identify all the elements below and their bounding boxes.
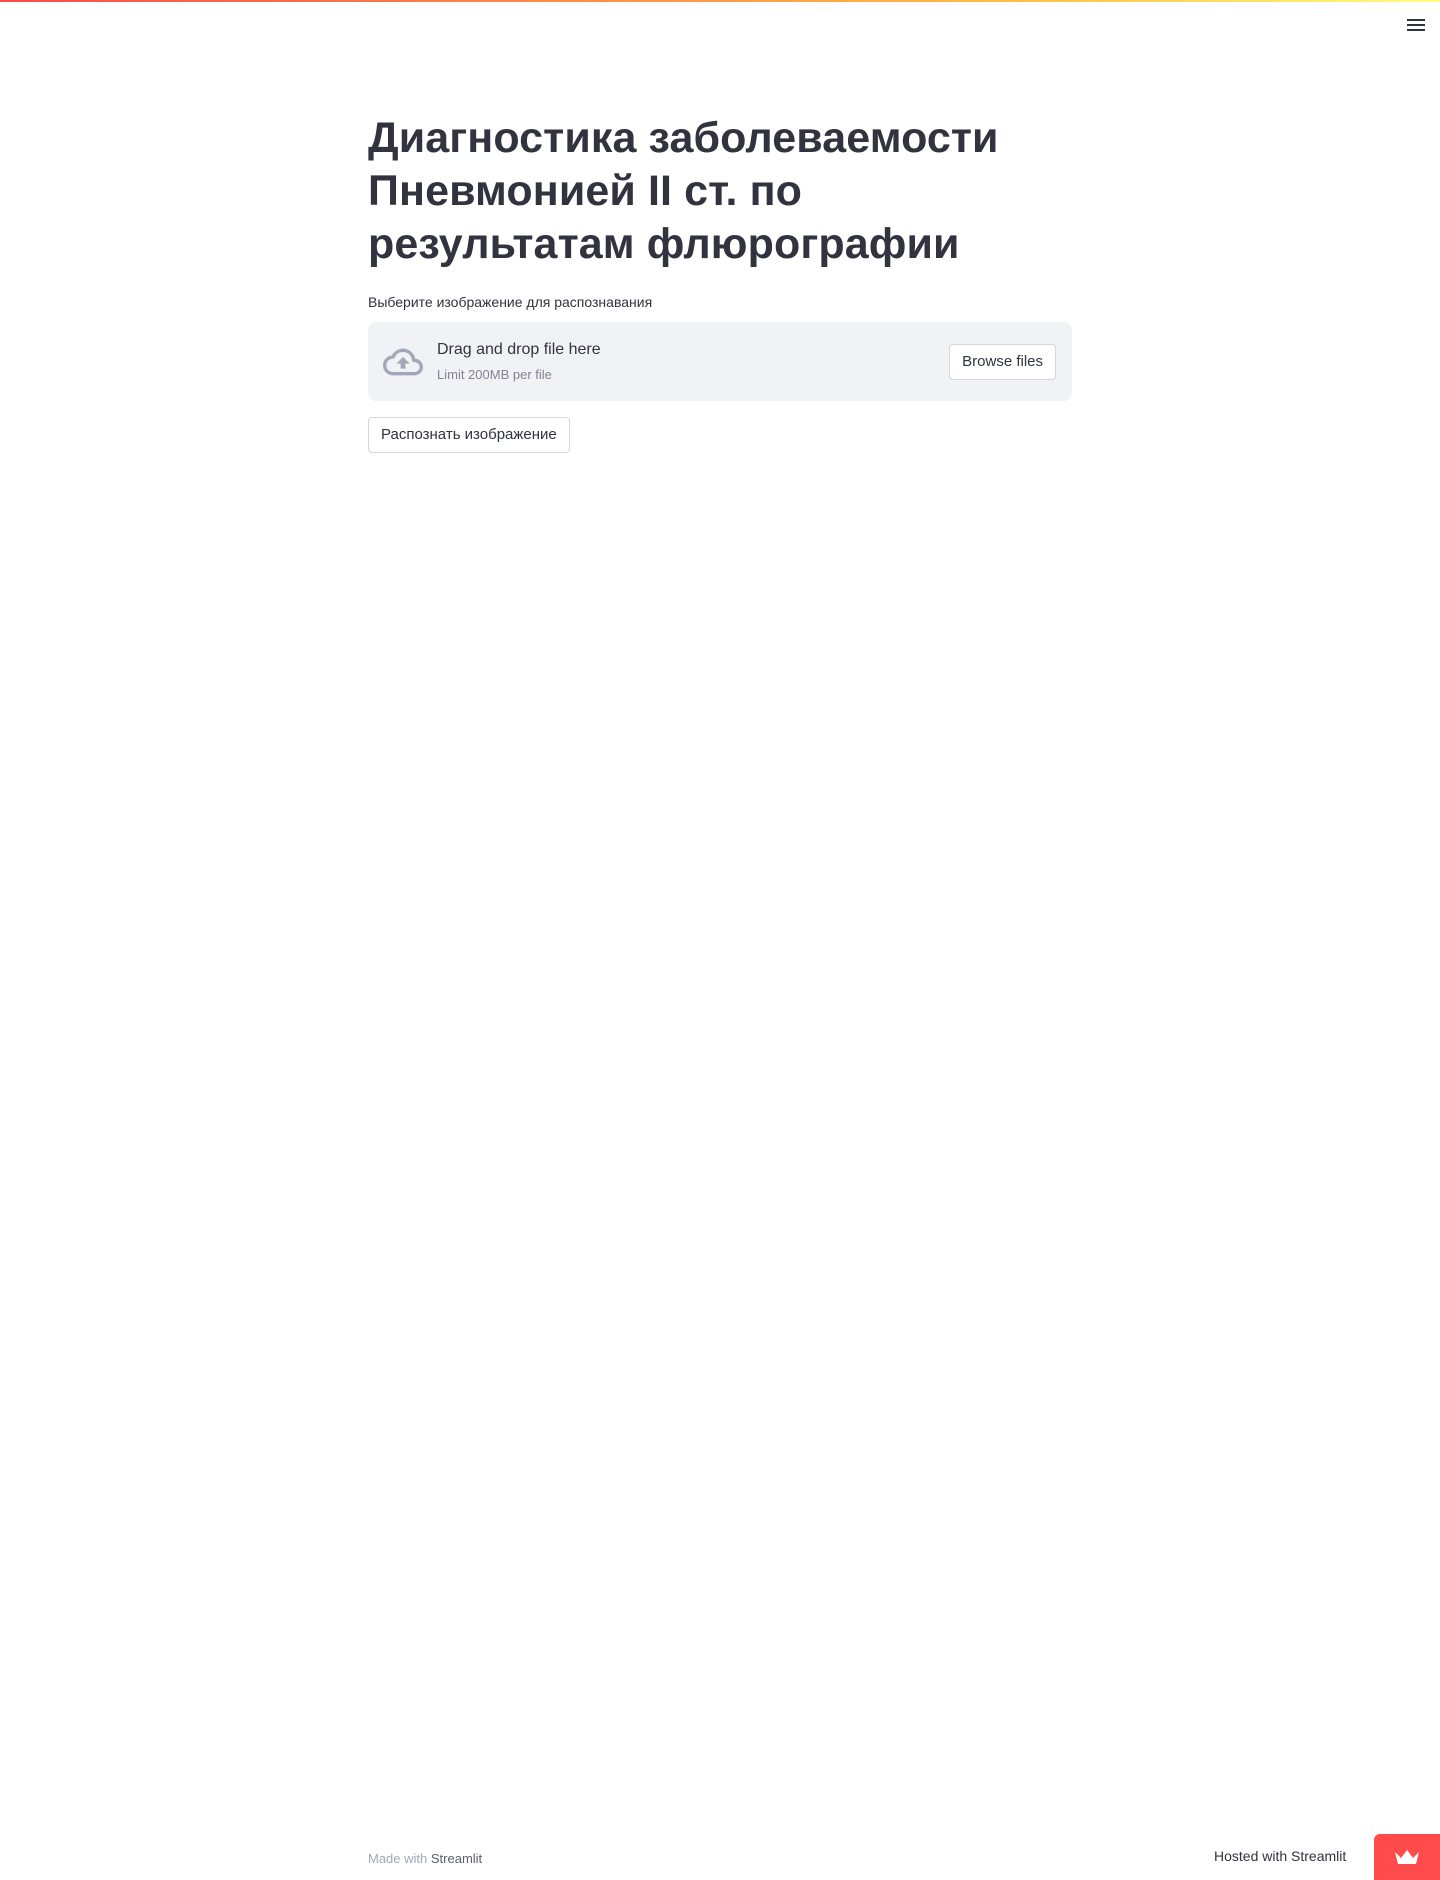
browse-files-button[interactable]: Browse files [949, 344, 1056, 380]
streamlit-crown-icon [1395, 1850, 1419, 1864]
footer: Made with Streamlit [368, 1850, 482, 1868]
hosted-with-streamlit-link[interactable]: Hosted with Streamlit [1214, 1846, 1346, 1866]
hamburger-menu-icon [1407, 19, 1425, 31]
main-menu-button[interactable] [1400, 14, 1432, 36]
footer-made-with-text: Made with [368, 1851, 428, 1866]
cloud-upload-icon [383, 348, 423, 376]
page-title: Диагностика заболеваемости Пневмонией II… [368, 114, 999, 268]
top-decoration-bar [0, 0, 1440, 2]
recognize-image-button[interactable]: Распознать изображение [368, 417, 570, 453]
file-dropzone[interactable]: Drag and drop file here Limit 200MB per … [368, 322, 1072, 401]
hosted-logo-badge[interactable] [1374, 1834, 1440, 1880]
file-uploader-label: Выберите изображение для распознавания [368, 294, 653, 310]
dropzone-size-limit: Limit 200MB per file [437, 367, 552, 382]
dropzone-instructions: Drag and drop file here [437, 341, 601, 358]
footer-streamlit-link[interactable]: Streamlit [431, 1851, 482, 1866]
